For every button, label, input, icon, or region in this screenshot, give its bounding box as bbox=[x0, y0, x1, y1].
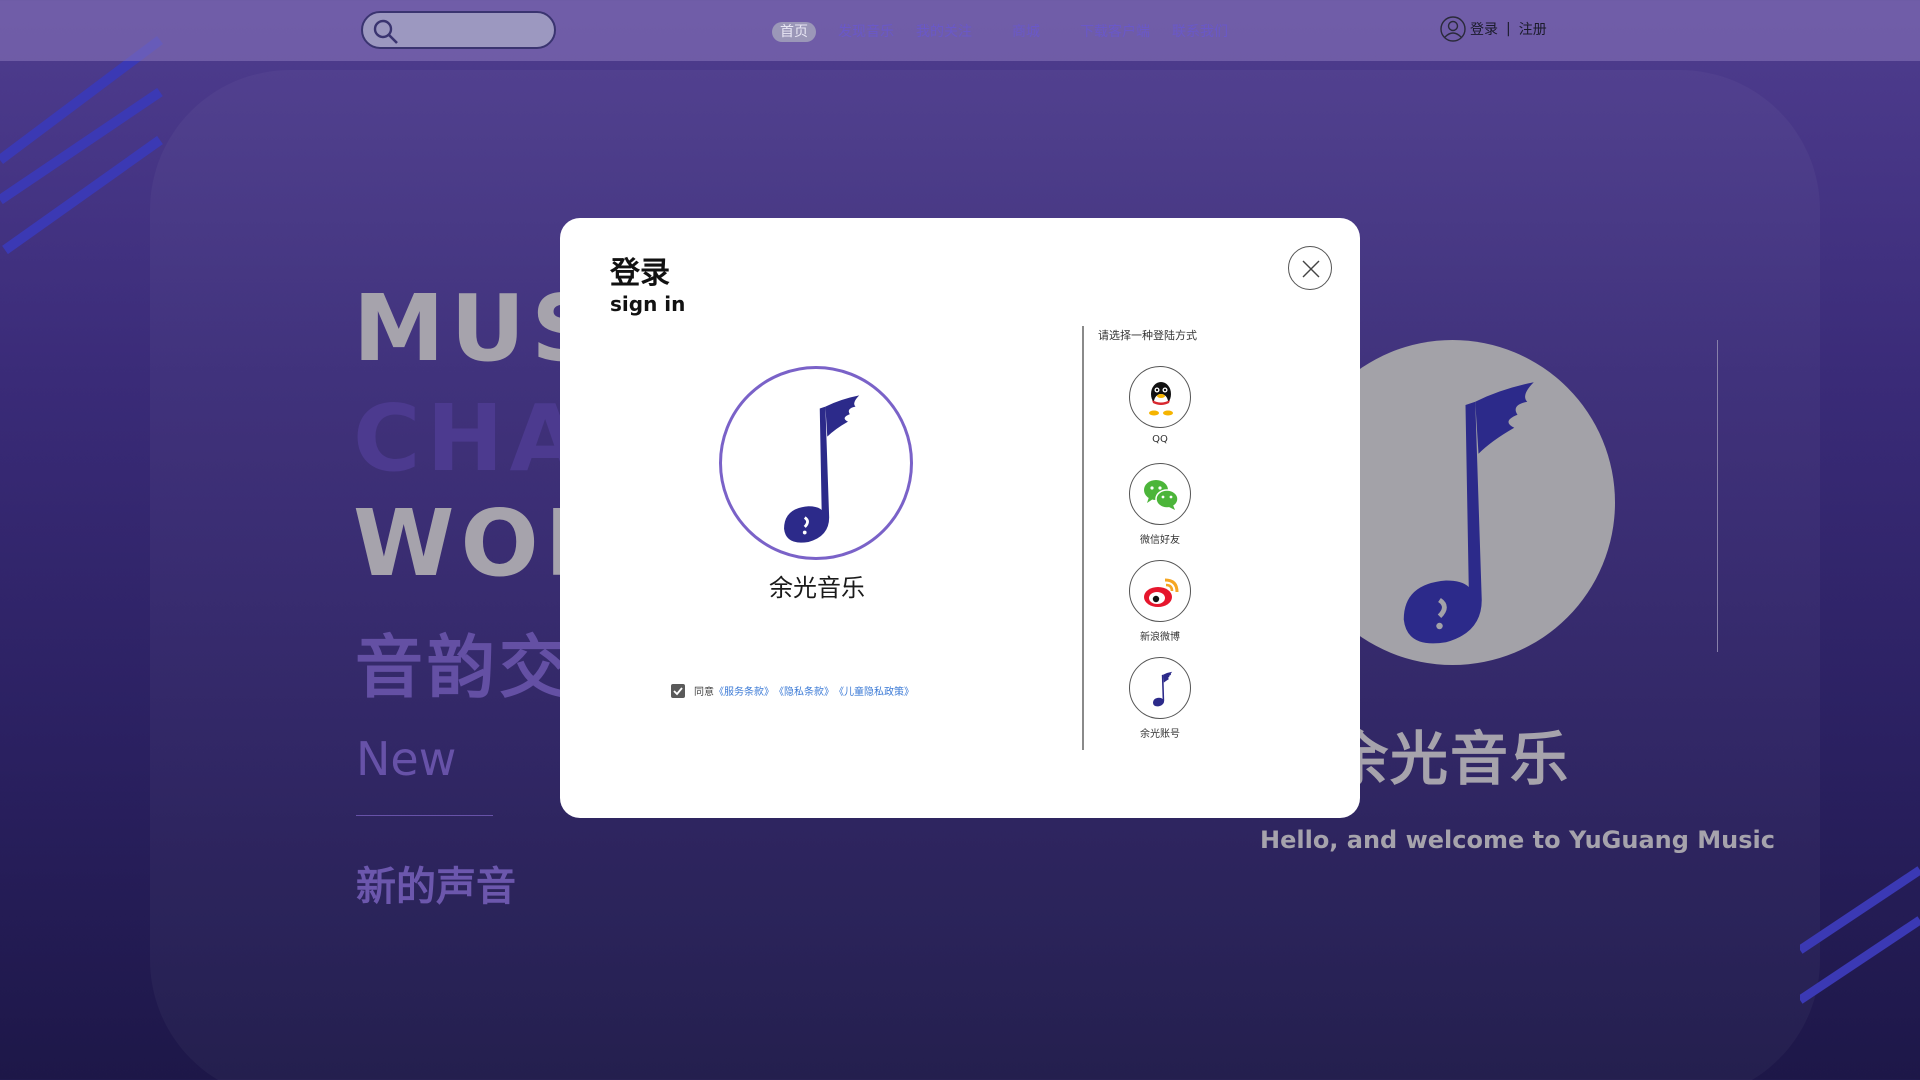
login-option-yuguang[interactable]: 余光账号 bbox=[1129, 657, 1191, 740]
music-note-icon bbox=[784, 395, 860, 543]
login-option-weibo[interactable]: 新浪微博 bbox=[1129, 560, 1191, 643]
modal-title: 登录 bbox=[610, 256, 670, 291]
agreement-row: 同意 《服务条款》 《隐私条款》 《儿童隐私政策》 bbox=[671, 683, 914, 698]
login-option-yuguang-button[interactable] bbox=[1129, 657, 1191, 719]
privacy-link[interactable]: 《隐私条款》 bbox=[774, 683, 834, 698]
qq-penguin-icon bbox=[1149, 382, 1173, 416]
login-option-wechat[interactable]: 微信好友 bbox=[1129, 463, 1191, 546]
login-option-yuguang-label: 余光账号 bbox=[1140, 729, 1180, 740]
terms-link[interactable]: 《服务条款》 bbox=[714, 683, 774, 698]
login-modal: 登录 sign in 余光音乐 同意 《服务条款》 《隐私条款》 《儿童隐私政策… bbox=[560, 218, 1360, 818]
login-option-qq-button[interactable] bbox=[1129, 366, 1191, 428]
modal-brand-name: 余光音乐 bbox=[769, 574, 865, 602]
agree-checkbox[interactable] bbox=[671, 683, 685, 698]
child-privacy-link[interactable]: 《儿童隐私政策》 bbox=[834, 683, 914, 698]
login-option-wechat-button[interactable] bbox=[1129, 463, 1191, 525]
login-option-weibo-label: 新浪微博 bbox=[1140, 632, 1180, 643]
checkmark-icon bbox=[673, 686, 683, 695]
login-method-prompt: 请选择一种登陆方式 bbox=[1098, 329, 1197, 342]
modal-divider bbox=[1082, 326, 1084, 750]
modal-logo bbox=[719, 366, 913, 560]
close-icon bbox=[1302, 260, 1320, 278]
yuguang-music-note-icon bbox=[1153, 671, 1173, 707]
close-button[interactable] bbox=[1288, 246, 1332, 290]
login-option-weibo-button[interactable] bbox=[1129, 560, 1191, 622]
login-option-wechat-label: 微信好友 bbox=[1140, 535, 1180, 546]
login-option-qq-label: QQ bbox=[1152, 434, 1168, 445]
modal-subtitle: sign in bbox=[610, 292, 686, 316]
weibo-icon bbox=[1144, 578, 1179, 607]
login-option-qq[interactable]: QQ bbox=[1129, 366, 1191, 445]
wechat-icon bbox=[1144, 480, 1179, 510]
agree-text: 同意 bbox=[694, 687, 714, 698]
